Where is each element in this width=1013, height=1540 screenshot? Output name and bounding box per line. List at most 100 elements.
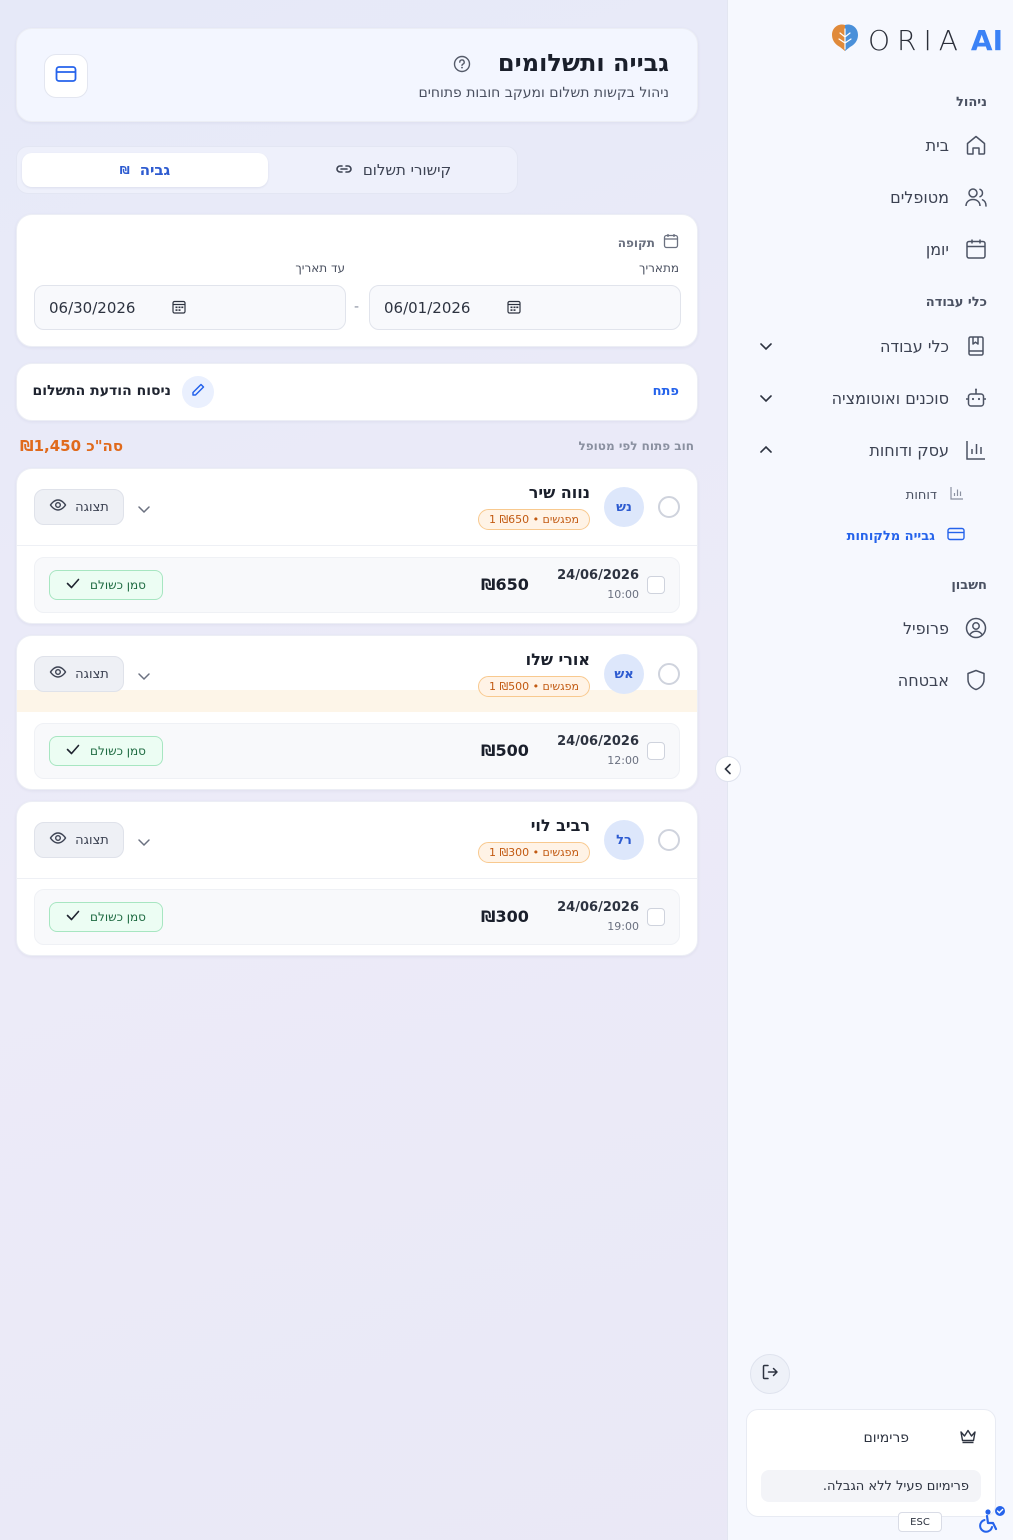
mark-paid-button[interactable]: סמן כשולם	[49, 570, 163, 600]
debts-summary: חוב פתוח לפי מטופל סה"כ ₪1,450	[20, 437, 694, 457]
sidebar-item-patients[interactable]: מטופלים	[748, 177, 989, 217]
calendar-icon	[663, 233, 679, 252]
chevron-down-icon[interactable]	[137, 499, 151, 518]
session-time: 12:00	[607, 754, 639, 767]
sidebar-item-security[interactable]: אבטחה	[748, 660, 989, 700]
esc-key-badge[interactable]: ESC	[898, 1512, 942, 1532]
premium-title: פרימיום	[863, 1430, 909, 1446]
view-button[interactable]: תצוגה	[34, 489, 124, 525]
check-icon	[66, 744, 80, 758]
sidebar-item-label: עסק ודוחות	[869, 440, 949, 460]
view-label: תצוגה	[75, 666, 109, 682]
chevron-up-icon[interactable]	[758, 442, 774, 458]
template-title: ניסוח הודעת התשלום	[32, 383, 171, 399]
patient-name: אורי שלו	[525, 650, 590, 669]
to-date-input[interactable]: 06/30/2026	[34, 285, 346, 330]
check-icon	[66, 910, 80, 924]
sidebar-item-label: סוכנים ואוטומציה	[831, 388, 949, 408]
link-icon	[335, 161, 353, 179]
debts-label: חוב פתוח לפי מטופל	[578, 439, 694, 453]
period-label-text: תקופה	[617, 235, 655, 250]
accessibility-icon[interactable]	[972, 1506, 1008, 1536]
patient-select-radio[interactable]	[658, 496, 680, 518]
eye-icon	[49, 498, 67, 516]
help-icon[interactable]	[453, 55, 471, 77]
sidebar-item-business[interactable]: עסק ודוחות	[748, 430, 989, 470]
view-button[interactable]: תצוגה	[34, 822, 124, 858]
tab-payment-links[interactable]: קישורי תשלום	[273, 153, 513, 187]
user-circle-icon	[963, 615, 989, 641]
patient-select-radio[interactable]	[658, 663, 680, 685]
sessions-badge: מפגשים • ₪650 1	[477, 509, 590, 530]
page-header: גבייה ותשלומים ניהול בקשות תשלום ומעקב ח…	[16, 28, 698, 122]
sidebar-item-home[interactable]: בית	[748, 125, 989, 165]
session-checkbox[interactable]	[647, 576, 665, 594]
sidebar-item-profile[interactable]: פרופיל	[748, 608, 989, 648]
calendar-picker-icon[interactable]	[507, 300, 521, 318]
mark-paid-button[interactable]: סמן כשולם	[49, 736, 163, 766]
patient-select-radio[interactable]	[658, 829, 680, 851]
patient-card: אש אורי שלו מפגשים • ₪500 1 תצוגה 24/06/…	[16, 635, 698, 790]
logout-icon	[761, 1363, 779, 1385]
sidebar-item-label: דוחות	[905, 487, 937, 503]
sidebar-item-label: אבטחה	[897, 670, 949, 690]
sidebar-item-agents[interactable]: סוכנים ואוטומציה	[748, 378, 989, 418]
chevron-down-icon[interactable]	[758, 390, 774, 406]
chevron-down-icon[interactable]	[137, 666, 151, 685]
patient-name: נווה שיר	[528, 483, 590, 502]
brain-logo-icon	[828, 21, 862, 59]
patient-name: רביב לוי	[530, 816, 590, 835]
open-template-link[interactable]: פתח	[653, 384, 679, 399]
session-row: 24/06/2026 19:00 ₪300 סמן כשולם	[34, 889, 680, 945]
view-button[interactable]: תצוגה	[34, 656, 124, 692]
period-label: תקופה	[618, 233, 679, 252]
premium-card: פרימיום פרימיום פעיל ללא הגבלה.	[746, 1409, 996, 1517]
chevron-down-icon[interactable]	[137, 832, 151, 851]
sidebar-item-client-billing[interactable]: גבייה מלקוחות	[847, 522, 965, 550]
bar-chart-icon	[963, 437, 989, 463]
shekel-icon: ₪	[119, 163, 130, 177]
session-time: 10:00	[607, 588, 639, 601]
from-date-input[interactable]: 06/01/2026	[369, 285, 681, 330]
patient-card: רל רביב לוי מפגשים • ₪300 1 תצוגה 24/06/…	[16, 801, 698, 956]
chevron-down-icon[interactable]	[758, 338, 774, 354]
edit-template-button[interactable]	[182, 376, 214, 408]
sidebar-item-label: בית	[925, 135, 949, 155]
pencil-icon	[190, 382, 206, 402]
avatar: אש	[604, 654, 644, 694]
session-checkbox[interactable]	[647, 908, 665, 926]
sidebar-item-tools[interactable]: כלי עבודה	[748, 326, 989, 366]
billing-tabs: גביה ₪ קישורי תשלום	[16, 146, 518, 194]
session-row: 24/06/2026 12:00 ₪500 סמן כשולם	[34, 723, 680, 779]
robot-icon	[963, 385, 989, 411]
tab-payment-links-label: קישורי תשלום	[362, 161, 452, 179]
section-management: ניהול	[956, 95, 987, 110]
mark-paid-label: סמן כשולם	[90, 578, 146, 592]
credit-card-button[interactable]	[44, 54, 88, 98]
home-icon	[963, 132, 989, 158]
sidebar-item-calendar[interactable]: יומן	[748, 229, 989, 269]
premium-header: פרימיום	[863, 1428, 977, 1448]
from-date-value: 06/01/2026	[384, 298, 471, 317]
sidebar-item-reports[interactable]: דוחות	[906, 481, 965, 509]
sidebar-item-label: יומן	[925, 239, 949, 259]
logo[interactable]: ORIA AI	[828, 22, 1003, 58]
sessions-badge: מפגשים • ₪500 1	[477, 676, 590, 697]
premium-status: פרימיום פעיל ללא הגבלה.	[761, 1470, 981, 1502]
page-subtitle: ניהול בקשות תשלום ומעקב חובות פתוחים	[418, 85, 669, 101]
session-checkbox[interactable]	[647, 742, 665, 760]
check-icon	[66, 578, 80, 592]
logout-button[interactable]	[750, 1354, 790, 1394]
collapse-sidebar-button[interactable]	[715, 756, 741, 782]
page-title: גבייה ותשלומים	[497, 49, 669, 77]
chevron-left-icon	[723, 760, 733, 779]
to-date-value: 06/30/2026	[49, 298, 136, 317]
tab-billing[interactable]: גביה ₪	[22, 153, 268, 187]
calendar-icon	[963, 236, 989, 262]
mark-paid-button[interactable]: סמן כשולם	[49, 902, 163, 932]
users-icon	[963, 184, 989, 210]
session-date: 24/06/2026	[557, 734, 639, 749]
calendar-picker-icon[interactable]	[172, 300, 186, 318]
session-amount: ₪500	[481, 741, 529, 760]
period-filter: תקופה מתאריך עד תאריך 06/01/2026 - 06/30…	[16, 214, 698, 347]
